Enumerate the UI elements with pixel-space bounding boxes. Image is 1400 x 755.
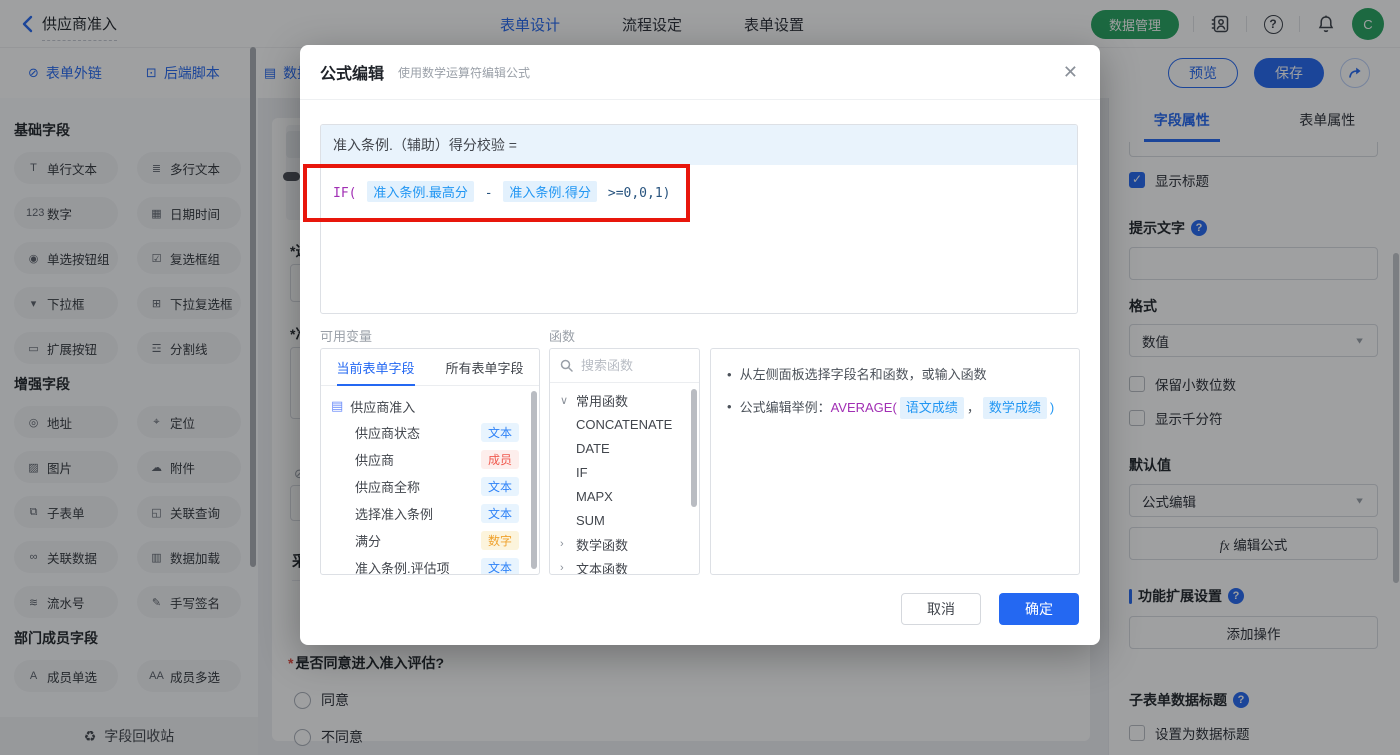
variables-label: 可用变量 <box>320 329 373 344</box>
variables-tabs: 当前表单字段 所有表单字段 <box>321 349 539 386</box>
formula-target: 准入条例.（辅助）得分校验 = <box>321 125 1077 165</box>
app-window: 供应商准入 表单设计流程设定表单设置 数据管理 ? C ⊘表单外链⊡后端脚本▤数… <box>0 0 1400 755</box>
example-chip: 数学成绩 <box>982 397 1047 419</box>
type-badge: 文本 <box>480 504 519 523</box>
function-search-input[interactable] <box>581 358 681 373</box>
help-line: • 从左侧面板选择字段名和函数，或输入函数 <box>727 367 987 382</box>
formula-edit-modal: 公式编辑 使用数学运算符编辑公式 ✕ 准入条例.（辅助）得分校验 = IF( 准… <box>300 45 1100 645</box>
variable-row-满分[interactable]: 满分 数字 <box>331 527 529 554</box>
type-badge: 文本 <box>480 423 519 442</box>
function-group-label: 数学函数 <box>576 537 629 553</box>
function-group-文本函数[interactable]: › 文本函数 <box>560 556 699 575</box>
variable-row-供应商[interactable]: 供应商 成员 <box>331 446 529 473</box>
example-function: AVERAGE( <box>830 400 897 415</box>
functions-label: 函数 <box>549 329 576 344</box>
function-item-MAPX[interactable]: MAPX <box>560 484 699 508</box>
form-doc-icon: ▤ <box>331 398 344 413</box>
variables-scrollbar[interactable] <box>531 391 537 569</box>
type-badge: 数字 <box>480 531 519 550</box>
caret-down-icon: ∨ <box>560 394 569 407</box>
variable-name: 满分 <box>355 534 382 549</box>
variable-name: 供应商 <box>355 453 395 468</box>
function-item-SUM[interactable]: SUM <box>560 508 699 532</box>
variable-tree-root[interactable]: ▤ 供应商准入 <box>331 393 529 419</box>
variables-tab-当前表单字段[interactable]: 当前表单字段 <box>321 349 430 385</box>
function-search[interactable] <box>550 349 699 383</box>
modal-subtitle: 使用数学运算符编辑公式 <box>398 65 531 80</box>
function-group-label: 文本函数 <box>576 561 629 575</box>
functions-scrollbar[interactable] <box>691 389 697 507</box>
variable-name: 选择准入条例 <box>355 507 434 522</box>
variable-name: 供应商状态 <box>355 426 421 441</box>
caret-right-icon: › <box>560 538 564 550</box>
variable-row-供应商状态[interactable]: 供应商状态 文本 <box>331 419 529 446</box>
variable-row-选择准入条例[interactable]: 选择准入条例 文本 <box>331 500 529 527</box>
function-group-数学函数[interactable]: › 数学函数 <box>560 532 699 556</box>
variables-tab-所有表单字段[interactable]: 所有表单字段 <box>430 349 539 385</box>
variable-row-准入条例.评估项[interactable]: 准入条例.评估项 文本 <box>331 554 529 575</box>
annotation-red-box <box>303 164 690 222</box>
type-badge: 文本 <box>480 477 519 496</box>
close-icon[interactable]: ✕ <box>1063 62 1078 83</box>
type-badge: 文本 <box>480 558 519 574</box>
formula-help-panel: • 从左侧面板选择字段名和函数，或输入函数 • 公式编辑举例：AVERAGE(语文… <box>710 348 1080 575</box>
variable-name: 准入条例.评估项 <box>355 561 450 575</box>
modal-header: 公式编辑 使用数学运算符编辑公式 <box>300 45 1100 100</box>
function-item-CONCATENATE[interactable]: CONCATENATE <box>560 412 699 436</box>
function-item-IF[interactable]: IF <box>560 460 699 484</box>
cancel-button[interactable]: 取消 <box>901 593 981 625</box>
caret-right-icon: › <box>560 562 564 574</box>
function-group-常用函数[interactable]: ∨ 常用函数 <box>560 388 699 412</box>
variable-name: 供应商全称 <box>355 480 421 495</box>
help-example-line: • 公式编辑举例：AVERAGE(语文成绩，数学成绩) <box>727 397 1063 419</box>
functions-panel: ∨ 常用函数 CONCATENATEDATEIFMAPXSUM › 数学函数 › 文本函数 <box>549 348 700 575</box>
confirm-button[interactable]: 确定 <box>999 593 1079 625</box>
example-chip: 语文成绩 <box>899 397 964 419</box>
search-icon <box>560 359 573 372</box>
variable-row-供应商全称[interactable]: 供应商全称 文本 <box>331 473 529 500</box>
type-badge: 成员 <box>480 450 519 469</box>
function-item-DATE[interactable]: DATE <box>560 436 699 460</box>
variables-panel: 当前表单字段 所有表单字段 ▤ 供应商准入 供应商状态 文本 供应商 成员 供应商全称 文本… <box>320 348 540 575</box>
function-group-label: 常用函数 <box>576 393 629 409</box>
modal-title: 公式编辑 <box>320 66 385 83</box>
